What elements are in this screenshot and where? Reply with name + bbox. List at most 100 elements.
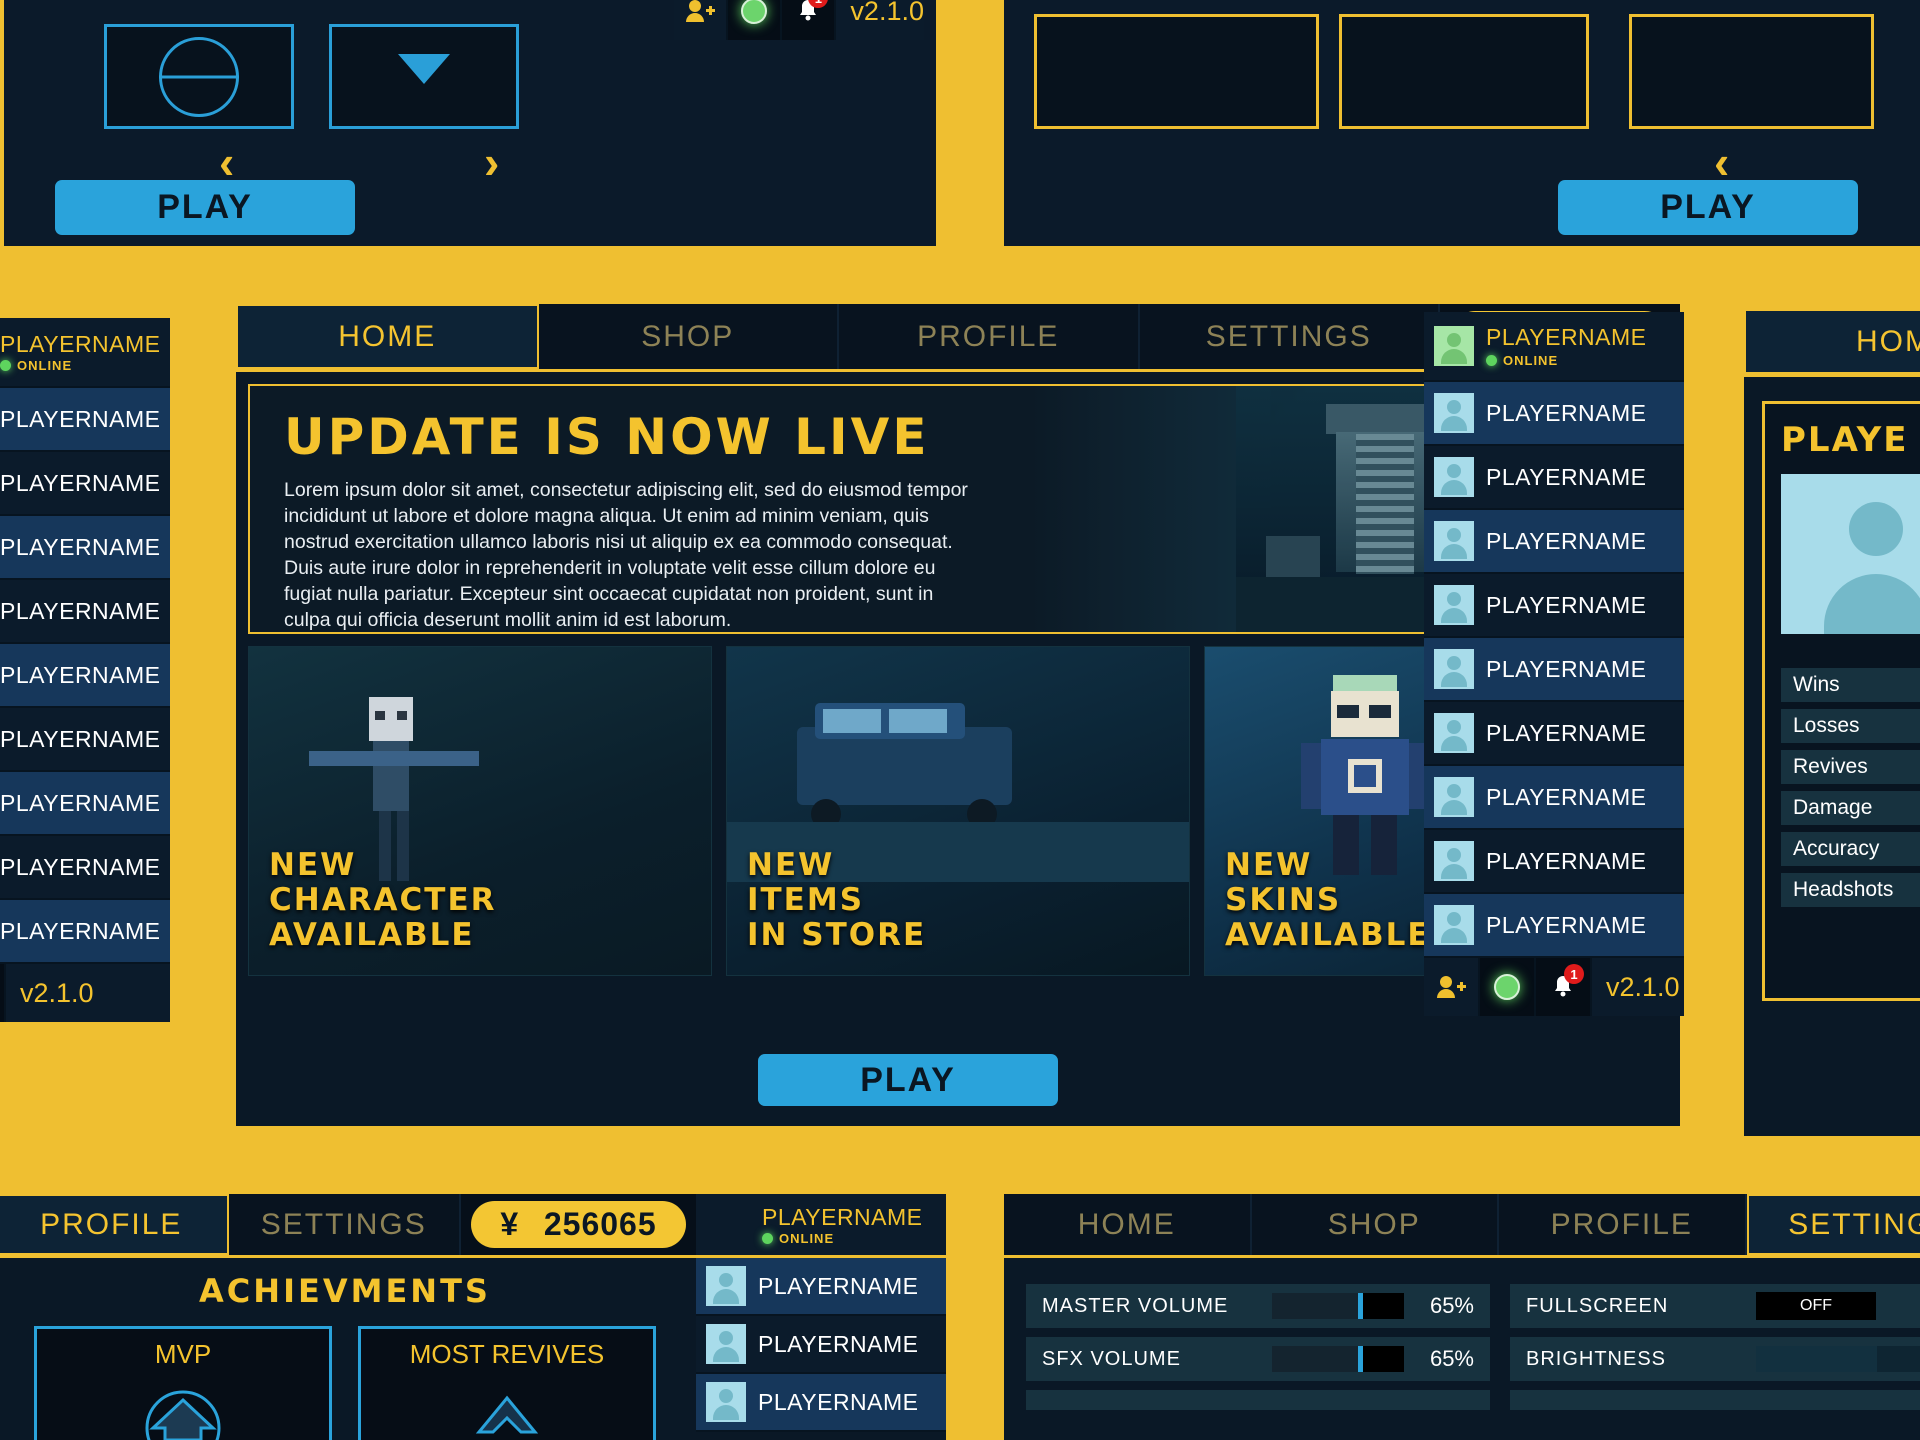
- notifications-button[interactable]: 1: [0, 964, 6, 1022]
- sfx-volume-slider[interactable]: [1272, 1346, 1404, 1372]
- next-arrow-button[interactable]: ›: [484, 139, 499, 185]
- avatar: [1434, 457, 1474, 497]
- friend-name: PLAYERNAME: [1486, 527, 1647, 554]
- bottom-right-tab-bar: HOME SHOP PROFILE SETTINGS: [1004, 1194, 1920, 1258]
- friend-name: PLAYERNAME: [758, 1330, 919, 1357]
- promo-line-2: CHARACTER: [269, 881, 497, 918]
- stat-row: Damage: [1781, 791, 1920, 825]
- setting-sfx-volume[interactable]: SFX VOLUME 65%: [1026, 1337, 1490, 1381]
- stat-row: Wins: [1781, 668, 1920, 702]
- stats-list: Wins Losses Revives Damage Accuracy Head…: [1781, 668, 1920, 907]
- friend-name: PLAYERNAME: [1486, 655, 1647, 682]
- promo-card-new-character[interactable]: NEW CHARACTER AVAILABLE: [248, 646, 712, 976]
- status-button[interactable]: [1480, 958, 1536, 1016]
- banner-title: UPDATE IS NOW LIVE: [284, 408, 930, 466]
- friend-list-item[interactable]: PLAYERNAME: [696, 1316, 946, 1374]
- notifications-button[interactable]: 1: [782, 0, 837, 40]
- friend-list-item[interactable]: PLAYERNAME: [1424, 382, 1684, 446]
- add-friend-button[interactable]: [1424, 958, 1480, 1016]
- friend-list-item[interactable]: PLAYERNAME: [0, 900, 170, 964]
- brightness-slider[interactable]: [1756, 1346, 1920, 1372]
- add-friend-icon: [686, 0, 716, 22]
- avatar: [706, 1382, 746, 1422]
- friend-name: PLAYERNAME: [1486, 847, 1647, 874]
- bottom-settings-panel: HOME SHOP PROFILE SETTINGS MASTER VOLUME…: [1000, 1190, 1920, 1440]
- setting-fullscreen[interactable]: FULLSCREEN OFF: [1510, 1284, 1920, 1328]
- tab-settings-bottom[interactable]: SETTINGS: [228, 1194, 461, 1255]
- tab-home[interactable]: HOME: [236, 304, 539, 369]
- currency-badge-bottom[interactable]: ¥ 256065: [471, 1201, 686, 1248]
- tab-home-settings[interactable]: HOME: [1004, 1194, 1252, 1255]
- setting-extra-row[interactable]: [1026, 1390, 1490, 1410]
- item-slot-1[interactable]: [1034, 14, 1319, 129]
- play-button-main[interactable]: PLAY: [758, 1054, 1058, 1106]
- setting-brightness[interactable]: BRIGHTNESS: [1510, 1337, 1920, 1381]
- prev-arrow-button[interactable]: ‹: [219, 139, 234, 185]
- tab-profile[interactable]: PROFILE: [839, 304, 1140, 369]
- avatar: [1434, 905, 1474, 945]
- play-button-2[interactable]: PLAY: [1558, 180, 1858, 235]
- current-player-row[interactable]: PLAYERNAME ONLINE: [1424, 312, 1684, 382]
- avatar: [1434, 521, 1474, 561]
- tab-home-right[interactable]: HOME: [1744, 309, 1920, 374]
- friend-list-item[interactable]: PLAYERNAME: [0, 388, 170, 452]
- current-player-row[interactable]: PLAYERNAME ONLINE: [0, 318, 170, 388]
- friend-name: PLAYERNAME: [0, 533, 161, 560]
- friend-list-item[interactable]: PLAYERNAME: [696, 1258, 946, 1316]
- friend-list-item[interactable]: PLAYERNAME: [1424, 446, 1684, 510]
- achievement-card-most-revives[interactable]: MOST REVIVES: [358, 1326, 656, 1440]
- friend-list-item[interactable]: PLAYERNAME: [0, 772, 170, 836]
- notifications-button[interactable]: 1: [1536, 958, 1592, 1016]
- fullscreen-toggle[interactable]: OFF: [1756, 1292, 1876, 1320]
- friend-list-item[interactable]: PLAYERNAME: [0, 836, 170, 900]
- friend-list-item[interactable]: PLAYERNAME: [0, 644, 170, 708]
- setting-extra-row-2[interactable]: [1510, 1390, 1920, 1410]
- friend-list-item[interactable]: PLAYERNAME: [0, 708, 170, 772]
- achievement-card-mvp[interactable]: MVP: [34, 1326, 332, 1440]
- friend-list-item[interactable]: PLAYERNAME: [1424, 510, 1684, 574]
- add-friend-button[interactable]: [674, 0, 729, 40]
- radar-preview-2: [329, 24, 519, 129]
- friend-list-item[interactable]: PLAYERNAME: [1424, 574, 1684, 638]
- stat-row: Revives: [1781, 750, 1920, 784]
- friend-list-item[interactable]: PLAYERNAME: [0, 452, 170, 516]
- friend-list-item[interactable]: PLAYERNAME: [0, 516, 170, 580]
- online-dot-icon: [1486, 355, 1497, 366]
- current-player-row-bottom[interactable]: PLAYERNAME ONLINE: [696, 1194, 946, 1255]
- master-volume-slider[interactable]: [1272, 1293, 1404, 1319]
- tab-profile-settings[interactable]: PROFILE: [1499, 1194, 1747, 1255]
- friends-toolbar: 1 v2.1.0: [1424, 958, 1684, 1016]
- avatar: [706, 1266, 746, 1306]
- play-button[interactable]: PLAY: [55, 180, 355, 235]
- promo-line-1: NEW: [747, 846, 835, 883]
- tab-settings[interactable]: SETTINGS: [1139, 304, 1440, 369]
- promo-card-new-items[interactable]: NEW ITEMS IN STORE: [726, 646, 1190, 976]
- setting-master-volume[interactable]: MASTER VOLUME 65%: [1026, 1284, 1490, 1328]
- friend-list-item[interactable]: PLAYERNAME: [1424, 894, 1684, 958]
- friend-list-item[interactable]: PLAYERNAME: [1424, 830, 1684, 894]
- star-icon: [475, 1395, 539, 1434]
- friend-list-item[interactable]: PLAYERNAME: [1424, 638, 1684, 702]
- item-slot-3[interactable]: [1629, 14, 1874, 129]
- friend-name: PLAYERNAME: [1486, 591, 1647, 618]
- friend-list-item[interactable]: PLAYERNAME: [1424, 702, 1684, 766]
- item-slot-2[interactable]: [1339, 14, 1589, 129]
- notification-badge: 1: [1564, 964, 1584, 984]
- currency-amount: 256065: [543, 1206, 657, 1242]
- tab-settings-settings[interactable]: SETTINGS: [1746, 1194, 1920, 1255]
- player-status: ONLINE: [762, 1231, 946, 1246]
- bottom-left-tab-bar: PROFILE SETTINGS ¥ 256065 PLAYERNAME ONL…: [0, 1194, 946, 1258]
- prev-arrow-button-2[interactable]: ‹: [1714, 139, 1729, 185]
- friend-list-item[interactable]: PLAYERNAME: [1424, 766, 1684, 830]
- friend-list-item[interactable]: PLAYERNAME: [696, 1374, 946, 1432]
- friend-list-item[interactable]: PLAYERNAME: [0, 580, 170, 644]
- promo-label: NEW SKINS AVAILABLE: [1225, 847, 1431, 953]
- tab-shop[interactable]: SHOP: [538, 304, 839, 369]
- promo-label: NEW ITEMS IN STORE: [747, 846, 926, 953]
- status-button[interactable]: [728, 0, 783, 40]
- friend-name: PLAYERNAME: [0, 661, 161, 688]
- tab-shop-settings[interactable]: SHOP: [1251, 1194, 1499, 1255]
- achievements-title: ACHIEVMENTS: [199, 1272, 491, 1310]
- friend-name: PLAYERNAME: [758, 1272, 919, 1299]
- tab-profile-bottom[interactable]: PROFILE: [0, 1194, 229, 1255]
